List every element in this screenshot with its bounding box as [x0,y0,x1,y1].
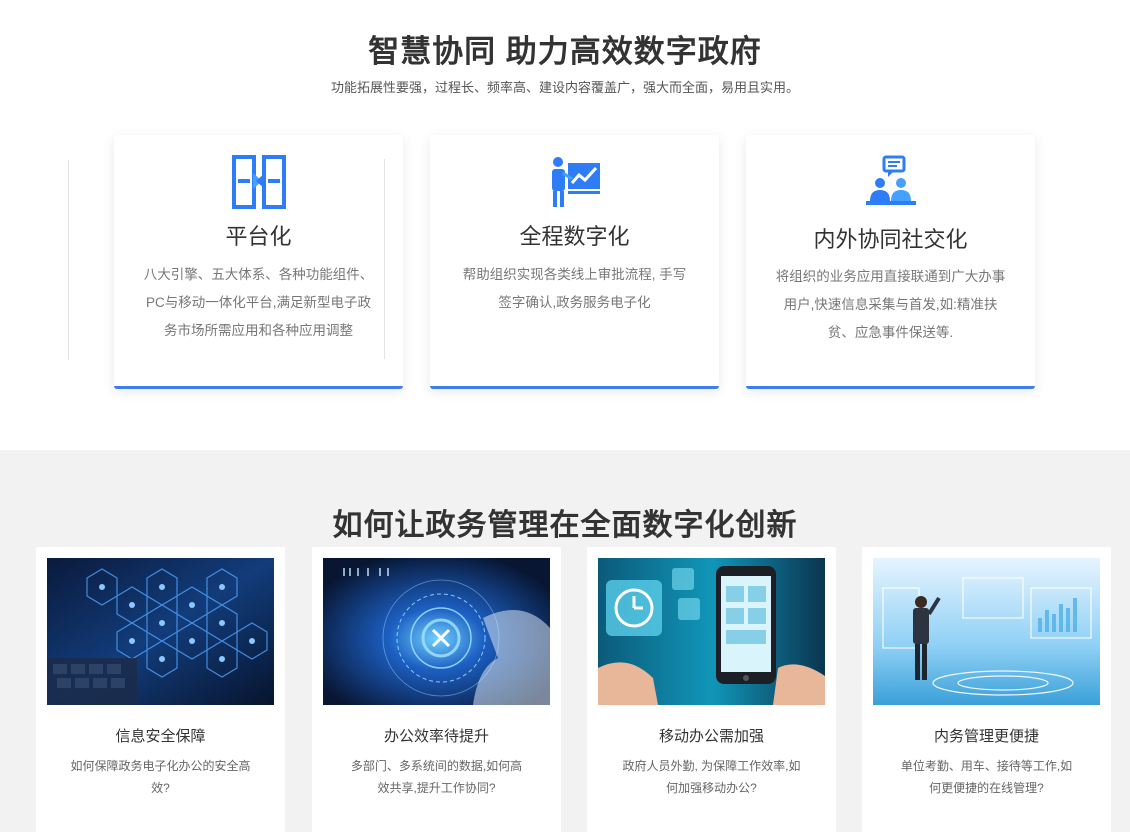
feature-title: 平台化 [225,224,292,249]
people-chat-icon [865,155,916,205]
presentation-chart-icon [551,157,600,207]
case-desc: 单位考勤、用车、接待等工作,如 何更便捷的在线管理? [900,759,1073,795]
case-desc: 多部门、多系统间的数据,如何高 效共享,提升工作协同? [350,759,523,795]
page-subtitle: 功能拓展性要强，过程长、频率高、建设内容覆盖广，强大而全面，易用且实用。 [330,80,799,95]
case-title: 移动办公需加强 [658,728,764,745]
feature-desc: 八大引擎、五大体系、各种功能组件、 PC与移动一体化平台,满足新型电子政 务市场… [143,267,374,338]
case-title: 内务管理更便捷 [933,728,1039,745]
case-desc: 政府人员外勤, 为保障工作效率,如 何加强移动办公? [622,759,801,795]
case-card-security[interactable]: 信息安全保障 如何保障政务电子化办公的安全高 效? [36,547,285,832]
case-title: 信息安全保障 [115,728,206,745]
section-title: 如何让政务管理在全面数字化创新 [332,509,798,542]
divider [384,159,385,359]
feature-desc: 帮助组织实现各类线上审批流程, 手写 签字确认,政务服务电子化 [462,267,687,310]
case-title: 办公效率待提升 [383,728,489,745]
mobile-image [598,558,825,705]
feature-card-digital[interactable]: 全程数字化 帮助组织实现各类线上审批流程, 手写 签字确认,政务服务电子化 [430,135,719,389]
case-card-admin[interactable]: 内务管理更便捷 单位考勤、用车、接待等工作,如 何更便捷的在线管理? [862,547,1111,832]
feature-title: 全程数字化 [519,224,630,249]
feature-card-platform[interactable]: 平台化 八大引擎、五大体系、各种功能组件、 PC与移动一体化平台,满足新型电子政… [114,135,403,389]
platform-icon [231,155,286,209]
case-card-efficiency[interactable]: 办公效率待提升 多部门、多系统间的数据,如何高 效共享,提升工作协同? [312,547,561,832]
feature-title: 内外协同社交化 [813,227,968,252]
security-image [47,558,274,705]
feature-desc: 将组织的业务应用直接联通到广大办事 用户,快速信息采集与首发,如:精准扶 贫、应… [775,269,1006,340]
feature-card-collaboration[interactable]: 内外协同社交化 将组织的业务应用直接联通到广大办事 用户,快速信息采集与首发,如… [746,135,1035,389]
admin-image [873,558,1100,705]
efficiency-image [323,558,550,705]
page-title: 智慧协同 助力高效数字政府 [368,34,762,69]
divider [68,160,69,360]
case-desc: 如何保障政务电子化办公的安全高 效? [70,759,251,795]
case-card-mobile[interactable]: 移动办公需加强 政府人员外勤, 为保障工作效率,如 何加强移动办公? [587,547,836,832]
